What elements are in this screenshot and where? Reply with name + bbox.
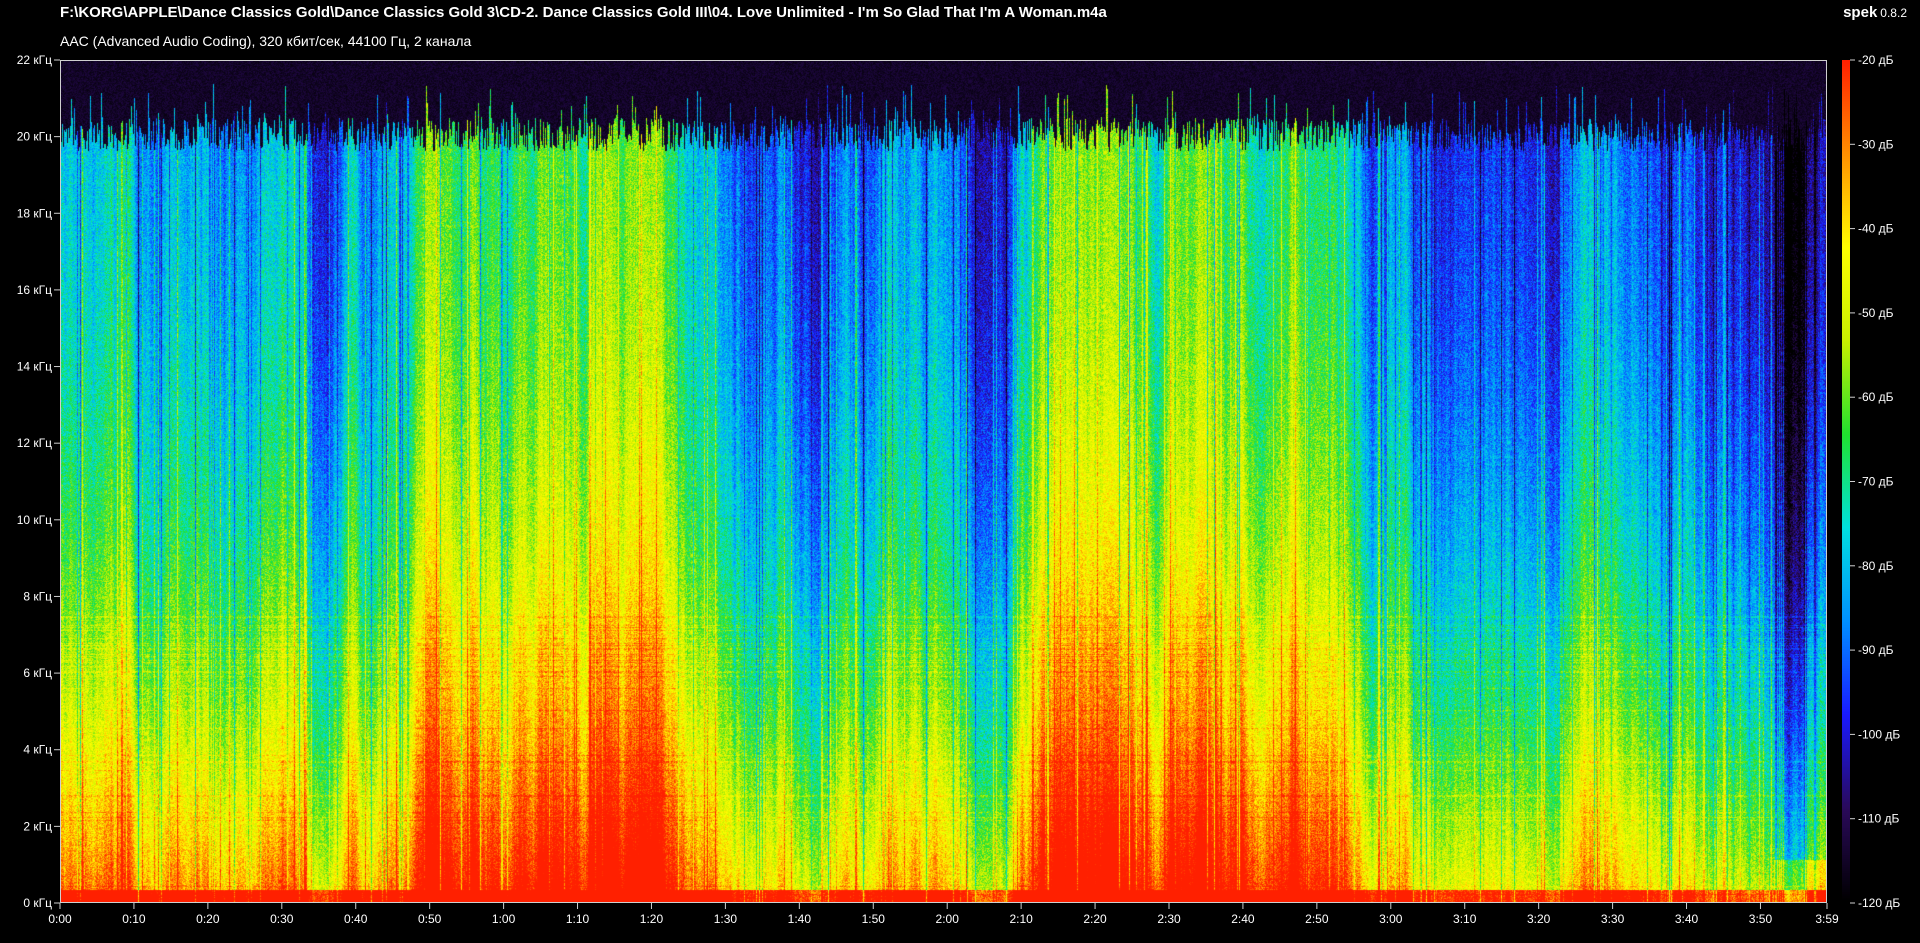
- colorbar-tick-label: -40 дБ: [1858, 222, 1894, 236]
- y-tick-label: 16 кГц: [17, 283, 52, 297]
- colorbar-tick-label: -50 дБ: [1858, 306, 1894, 320]
- colorbar-tick-label: -100 дБ: [1858, 727, 1900, 741]
- colorbar-tick-label: -70 дБ: [1858, 475, 1894, 489]
- y-tick-label: 12 кГц: [17, 436, 52, 450]
- db-colorbar: [1842, 60, 1850, 903]
- y-tick-label: 14 кГц: [17, 360, 52, 374]
- colorbar-tick-label: -120 дБ: [1858, 896, 1900, 910]
- x-tick-label: 1:20: [640, 912, 664, 926]
- x-tick-label: 0:20: [196, 912, 220, 926]
- x-tick-label: 3:50: [1749, 912, 1773, 926]
- colorbar-tick-label: -20 дБ: [1858, 53, 1894, 67]
- x-tick-label: 2:20: [1083, 912, 1107, 926]
- y-tick-label: 18 кГц: [17, 206, 52, 220]
- x-tick-label: 1:10: [566, 912, 590, 926]
- x-tick-label: 3:20: [1527, 912, 1551, 926]
- y-tick-label: 6 кГц: [23, 666, 52, 680]
- x-tick-label: 3:30: [1601, 912, 1625, 926]
- y-tick-label: 20 кГц: [17, 130, 52, 144]
- x-tick-label: 2:00: [936, 912, 960, 926]
- x-tick-label: 2:30: [1157, 912, 1181, 926]
- colorbar-tick-label: -80 дБ: [1858, 559, 1894, 573]
- colorbar-tick-label: -90 дБ: [1858, 643, 1894, 657]
- x-tick-label: 2:10: [1009, 912, 1033, 926]
- y-tick-label: 0 кГц: [23, 896, 52, 910]
- x-tick-label: 0:00: [48, 912, 72, 926]
- x-tick-label: 3:10: [1453, 912, 1477, 926]
- x-tick-label: 0:50: [418, 912, 442, 926]
- colorbar-tick-label: -30 дБ: [1858, 137, 1894, 151]
- y-tick-label: 10 кГц: [17, 513, 52, 527]
- x-tick-label: 1:30: [714, 912, 738, 926]
- x-tick-label: 3:40: [1675, 912, 1699, 926]
- x-tick-label: 1:50: [862, 912, 886, 926]
- y-tick-label: 22 кГц: [17, 53, 52, 67]
- x-tick-label: 3:59: [1815, 912, 1839, 926]
- x-tick-label: 0:30: [270, 912, 294, 926]
- y-tick-label: 2 кГц: [23, 819, 52, 833]
- colorbar-tick-label: -110 дБ: [1858, 812, 1899, 826]
- x-tick-label: 0:10: [122, 912, 146, 926]
- colorbar-tick-label: -60 дБ: [1858, 390, 1894, 404]
- x-tick-label: 1:00: [492, 912, 516, 926]
- y-tick-label: 4 кГц: [23, 743, 52, 757]
- axes-layer: 0 кГц 2 кГц 4 кГц 6 кГц 8 кГц 10 кГц 12 кГц 14 …: [17, 53, 1901, 926]
- x-tick-label: 0:40: [344, 912, 368, 926]
- x-tick-label: 2:50: [1305, 912, 1329, 926]
- y-tick-label: 8 кГц: [23, 589, 52, 603]
- x-tick-label: 1:40: [788, 912, 812, 926]
- x-tick-label: 2:40: [1231, 912, 1255, 926]
- x-tick-label: 3:00: [1379, 912, 1403, 926]
